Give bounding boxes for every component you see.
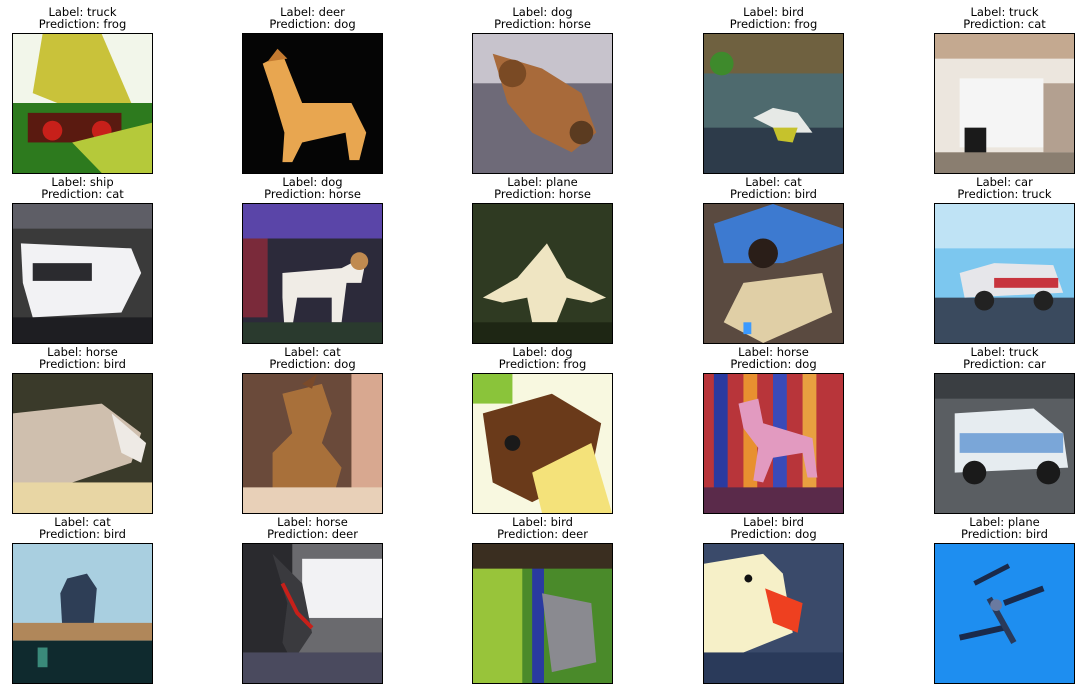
prediction-text: Prediction: bird [39,527,126,541]
cat-photo [242,373,383,514]
truck-photo [934,373,1075,514]
horse-photo [242,543,383,684]
dog-photo [242,203,383,344]
prediction-text: Prediction: dog [730,527,817,541]
image-content [13,204,152,343]
prediction-text: Prediction: horse [264,187,361,201]
prediction-text: Prediction: car [963,357,1046,371]
prediction-text: Prediction: deer [497,527,588,541]
bird-photo [703,543,844,684]
cat-photo [703,203,844,344]
horse-photo [703,373,844,514]
image-content [935,204,1074,343]
prediction-text: Prediction: cat [963,17,1046,31]
image-content [243,204,382,343]
dog-photo [472,373,613,514]
prediction-text: Prediction: dog [269,17,356,31]
image-content [935,374,1074,513]
image-content [473,374,612,513]
prediction-text: Prediction: frog [729,17,818,31]
image-content [473,544,612,683]
ship-photo [12,203,153,344]
prediction-text: Prediction: bird [961,527,1048,541]
prediction-text: Prediction: dog [730,357,817,371]
image-content [473,34,612,173]
image-content [13,544,152,683]
prediction-text: Prediction: frog [498,357,587,371]
plane-photo [472,203,613,344]
plane-photo [934,543,1075,684]
image-content [935,544,1074,683]
truck-photo [934,33,1075,174]
image-content [704,34,843,173]
image-content [243,374,382,513]
truck-photo [12,33,153,174]
prediction-text: Prediction: truck [957,187,1052,201]
prediction-text: Prediction: dog [269,357,356,371]
prediction-text: Prediction: horse [494,17,591,31]
image-content [13,34,152,173]
horse-photo [12,373,153,514]
bird-photo [703,33,844,174]
prediction-text: Prediction: frog [38,17,127,31]
image-content [243,34,382,173]
image-content [243,544,382,683]
dog-photo [472,33,613,174]
image-content [473,204,612,343]
image-content [704,204,843,343]
prediction-text: Prediction: deer [267,527,358,541]
prediction-text: Prediction: bird [39,357,126,371]
car-photo [934,203,1075,344]
image-content [935,34,1074,173]
image-content [704,374,843,513]
prediction-text: Prediction: bird [730,187,817,201]
image-content [13,374,152,513]
bird-photo [472,543,613,684]
prediction-text: Prediction: horse [494,187,591,201]
prediction-text: Prediction: cat [41,187,124,201]
image-content [704,544,843,683]
cat-photo [12,543,153,684]
deer-photo [242,33,383,174]
